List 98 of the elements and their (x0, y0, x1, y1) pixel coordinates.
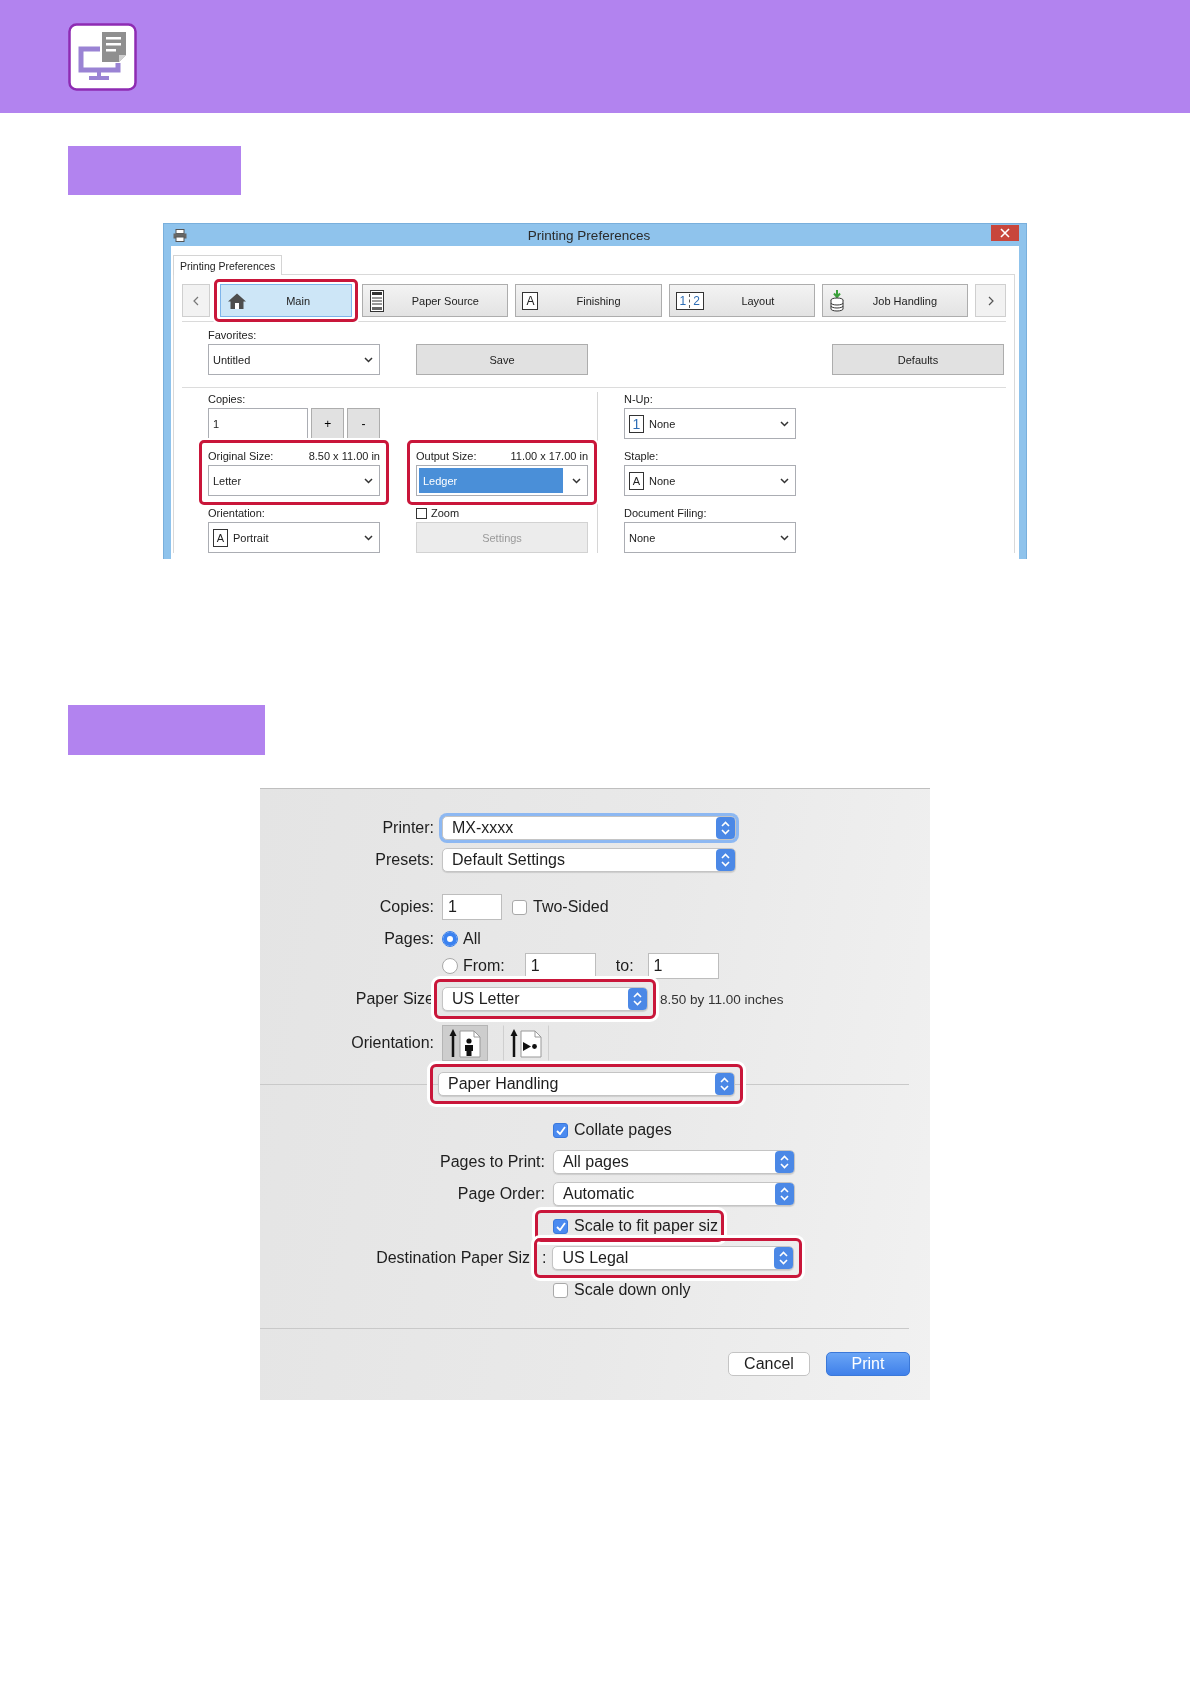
field-label: Destination Paper Siz (376, 1249, 530, 1267)
function-tab[interactable]: 1 2 Layout (668, 284, 815, 317)
size-dimensions: 8.50 x 11.00 in (308, 449, 380, 463)
dropdown[interactable]: A None (624, 465, 796, 496)
orientation-toggle[interactable] (503, 1025, 549, 1061)
dropdown[interactable]: None (624, 522, 796, 553)
printer-icon (173, 228, 187, 242)
checkbox[interactable] (553, 1218, 568, 1234)
checkbox-label: Two-Sided (533, 898, 609, 916)
radio-label: All (463, 930, 481, 948)
function-tab[interactable]: A Finishing (515, 284, 662, 317)
increment-button[interactable]: + (311, 408, 345, 439)
chevron-down-icon (364, 356, 373, 363)
up-down-arrows-icon (716, 817, 735, 839)
radio-label: From: (463, 957, 505, 975)
field-label: Presets: (374, 851, 434, 869)
checkbox[interactable] (416, 507, 427, 519)
field-label: Pages to Print: (439, 1153, 545, 1171)
window-title: Printing Preferences (526, 227, 652, 243)
numbered-page-icon: 1 (629, 414, 644, 433)
popup-menu[interactable]: Paper Handling (438, 1072, 735, 1096)
checkbox-label: Zoom (431, 506, 460, 520)
popup-menu[interactable]: MX-xxxx (442, 816, 736, 840)
input-field[interactable]: 1 (442, 894, 502, 920)
up-down-arrows-icon (775, 1151, 794, 1173)
page-tab[interactable]: Printing Preferences (173, 255, 283, 275)
dropdown[interactable]: Letter (208, 465, 380, 496)
checkbox[interactable] (553, 1122, 568, 1138)
size-note: 8.50 by 11.00 inches (660, 991, 784, 1007)
field-label: Output Size: (416, 449, 477, 463)
field-label: Copies: (378, 898, 434, 916)
popup-menu[interactable]: US Letter (442, 987, 648, 1011)
numbered-pages-icon: 1 2 (675, 291, 704, 310)
dropdown[interactable]: 1 None (624, 408, 796, 439)
chevron-down-icon (364, 477, 373, 484)
checkbox[interactable] (512, 899, 527, 915)
checkbox-label: Scale down only (574, 1281, 691, 1299)
up-down-arrows-icon (715, 1073, 734, 1095)
dropdown[interactable]: Untitled (208, 344, 380, 375)
radio-button[interactable] (442, 958, 458, 974)
field-label: to: (615, 957, 634, 975)
lettered-page-icon: A (629, 471, 644, 490)
up-down-arrows-icon (775, 1183, 794, 1205)
popup-menu[interactable]: Default Settings (442, 848, 736, 872)
function-tab[interactable]: Main (220, 284, 353, 317)
chevron-down-icon (364, 534, 373, 541)
function-tab[interactable]: Paper Source (362, 284, 509, 317)
field-label: Orientation: (350, 1034, 434, 1052)
field-label: Copies: (208, 392, 247, 406)
computer-document-icon (68, 22, 137, 91)
chevron-left-icon (193, 295, 199, 306)
checkbox-label: Scale to fit paper siz (574, 1217, 719, 1235)
chevron-down-icon (780, 420, 789, 427)
size-dimensions: 11.00 x 17.00 in (510, 449, 588, 463)
checkmark-icon (555, 1221, 566, 1231)
chevron-down-icon (780, 477, 789, 484)
stack-arrow-icon (828, 289, 845, 312)
defaults-button[interactable]: Defaults (832, 344, 1004, 375)
popup-menu[interactable]: All pages (553, 1150, 795, 1174)
chevron-down-icon (780, 534, 789, 541)
field-label: Page Order: (456, 1185, 545, 1203)
field-label: N-Up: (624, 392, 654, 406)
up-down-arrows-icon (774, 1247, 794, 1269)
dialog-button[interactable]: Cancel (728, 1352, 810, 1376)
save-button[interactable]: Save (416, 344, 588, 375)
lettered-page-icon: A (213, 528, 228, 547)
field-label: Favorites: (208, 328, 258, 342)
orientation-toggle[interactable] (442, 1025, 488, 1061)
field-label: Staple: (624, 449, 660, 463)
input-field[interactable]: 1 (647, 953, 719, 979)
decrement-button[interactable]: - (347, 408, 380, 439)
field-label: Orientation: (208, 506, 266, 520)
close-button[interactable] (991, 225, 1019, 241)
close-icon (1000, 228, 1010, 238)
function-tab[interactable]: Job Handling (821, 284, 968, 317)
checkbox-label: Collate pages (574, 1121, 672, 1139)
dropdown[interactable]: A Portrait (208, 522, 380, 553)
checkbox[interactable] (553, 1282, 568, 1298)
field-label: Original Size: (208, 449, 274, 463)
up-down-arrows-icon (716, 849, 735, 871)
portrait-page-icon (449, 1028, 481, 1058)
landscape-page-icon (510, 1028, 542, 1058)
input-field[interactable]: 1 (208, 408, 309, 439)
popup-menu[interactable]: US Legal (552, 1246, 795, 1270)
lettered-page-icon: A (522, 291, 539, 310)
input-field[interactable]: 1 (524, 953, 596, 979)
field-label: Printer: (381, 819, 434, 837)
house-icon (227, 291, 247, 310)
copier-icon (369, 289, 386, 312)
checkmark-icon (555, 1125, 566, 1135)
up-down-arrows-icon (628, 988, 647, 1010)
popup-menu[interactable]: Automatic (553, 1182, 795, 1206)
field-label: Pages: (383, 929, 434, 949)
label-colon: : (542, 1249, 547, 1267)
chevron-right-icon (987, 295, 994, 306)
chevron-down-icon (572, 477, 581, 484)
radio-button[interactable] (442, 931, 458, 947)
field-label: Document Filing: (624, 506, 708, 520)
